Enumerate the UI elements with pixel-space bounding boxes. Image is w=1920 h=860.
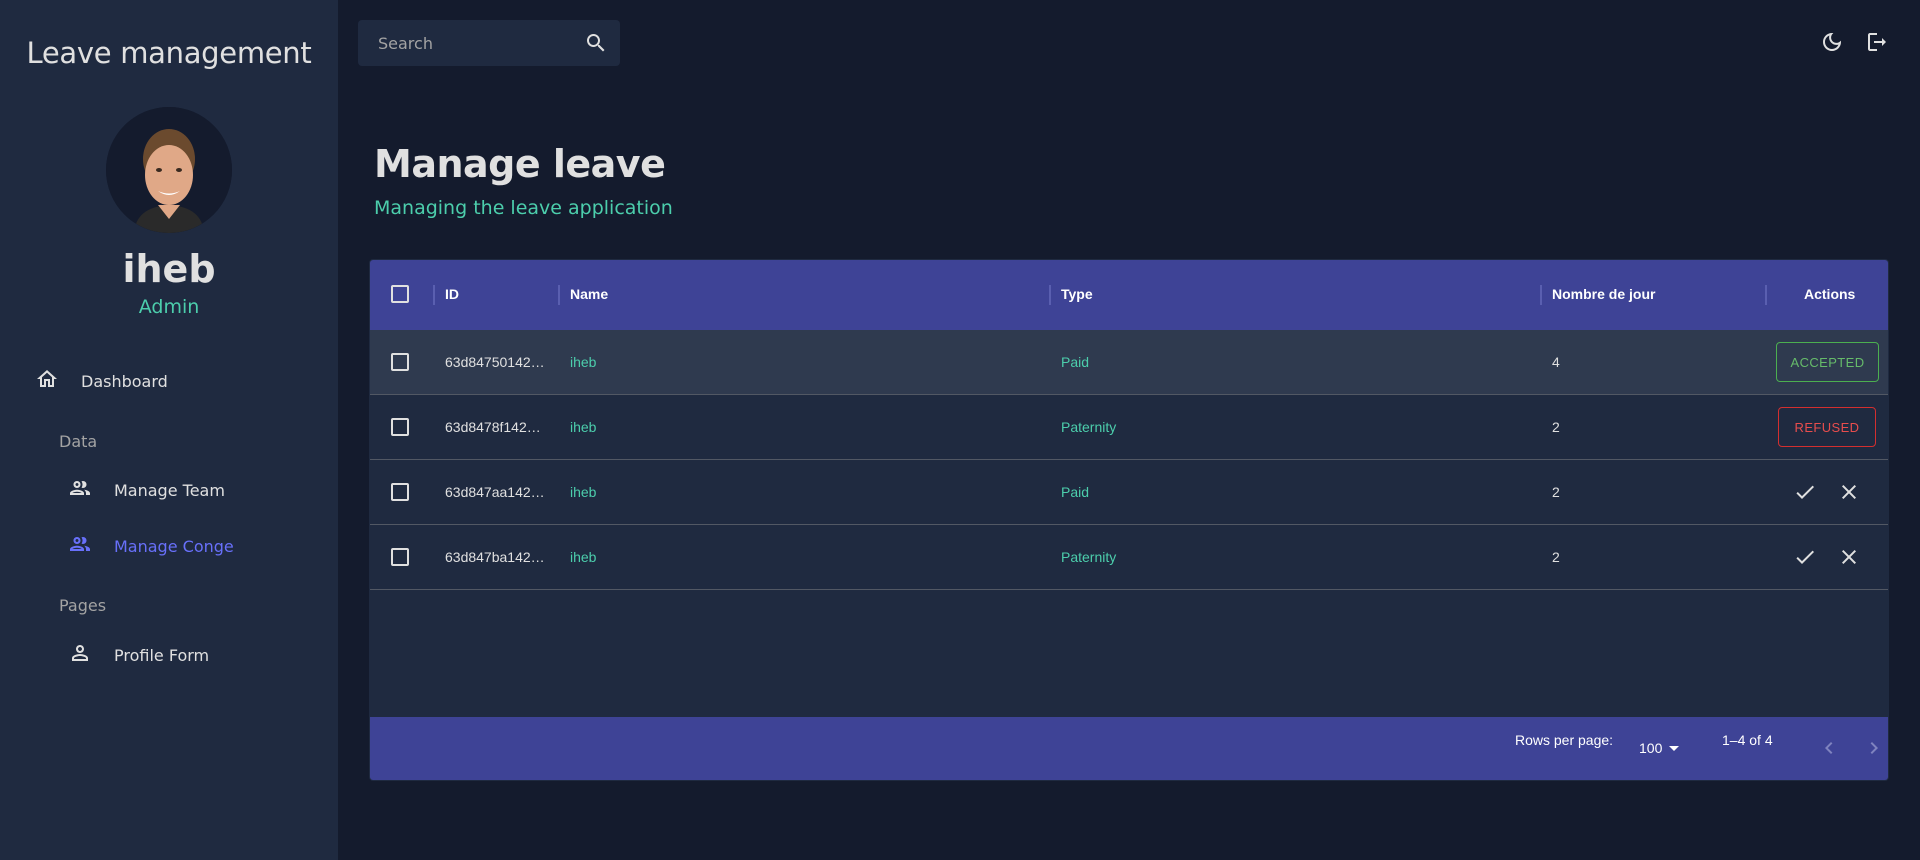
table-row[interactable]: 63d847aa142… iheb Paid 2 bbox=[370, 460, 1888, 525]
cell-name: iheb bbox=[570, 419, 597, 435]
user-name: iheb bbox=[122, 247, 216, 291]
avatar bbox=[106, 107, 232, 233]
user-role: Admin bbox=[138, 296, 200, 318]
pagination-range: 1–4 of 4 bbox=[1722, 732, 1773, 748]
row-checkbox[interactable] bbox=[391, 353, 409, 371]
column-header-type[interactable]: Type bbox=[1061, 286, 1093, 302]
cell-name: iheb bbox=[570, 354, 597, 370]
select-all-checkbox[interactable] bbox=[391, 285, 409, 303]
sidebar-item-dashboard[interactable]: Dashboard bbox=[35, 367, 168, 395]
column-separator bbox=[1049, 285, 1051, 305]
approve-icon[interactable] bbox=[1793, 545, 1817, 569]
reject-icon[interactable] bbox=[1837, 480, 1861, 504]
column-separator bbox=[1765, 285, 1767, 305]
people-icon bbox=[68, 476, 92, 504]
dropdown-arrow-icon bbox=[1669, 746, 1679, 751]
table-row[interactable]: 63d8478f142… iheb Paternity 2 REFUSED bbox=[370, 395, 1888, 460]
sidebar-section-data: Data bbox=[59, 432, 98, 451]
sidebar-item-label: Manage Conge bbox=[114, 536, 234, 556]
column-header-days[interactable]: Nombre de jour bbox=[1552, 286, 1655, 302]
cell-days: 4 bbox=[1552, 354, 1560, 370]
cell-type: Paid bbox=[1061, 484, 1090, 500]
sidebar-item-manage-team[interactable]: Manage Team bbox=[68, 476, 225, 504]
rows-per-page-label: Rows per page: bbox=[1515, 732, 1614, 748]
sidebar-item-profile-form[interactable]: Profile Form bbox=[68, 641, 209, 669]
next-page-icon[interactable] bbox=[1862, 736, 1886, 760]
reject-icon[interactable] bbox=[1837, 545, 1861, 569]
search-icon[interactable] bbox=[584, 31, 608, 55]
table-row[interactable]: 63d84750142… iheb Paid 4 ACCEPTED bbox=[370, 330, 1888, 395]
person-icon bbox=[68, 641, 92, 669]
column-separator bbox=[1540, 285, 1542, 305]
page-title: Manage leave bbox=[374, 142, 666, 186]
cell-type: Paid bbox=[1061, 354, 1090, 370]
sidebar: Leave management iheb Admin Dashboard Da… bbox=[0, 0, 338, 860]
search-input[interactable] bbox=[378, 33, 568, 53]
cell-days: 2 bbox=[1552, 549, 1560, 565]
column-separator bbox=[433, 285, 435, 305]
cell-type: Paternity bbox=[1061, 549, 1117, 565]
cell-id: 63d84750142… bbox=[445, 354, 545, 370]
sidebar-section-pages: Pages bbox=[59, 596, 107, 615]
row-checkbox[interactable] bbox=[391, 548, 409, 566]
row-checkbox[interactable] bbox=[391, 483, 409, 501]
cell-id: 63d847ba142… bbox=[445, 549, 545, 565]
cell-id: 63d847aa142… bbox=[445, 484, 545, 500]
people-icon bbox=[68, 532, 92, 560]
cell-id: 63d8478f142… bbox=[445, 419, 541, 435]
app-title: Leave management bbox=[26, 36, 312, 70]
table-row[interactable]: 63d847ba142… iheb Paternity 2 bbox=[370, 525, 1888, 590]
refused-button[interactable]: REFUSED bbox=[1778, 407, 1876, 447]
logout-icon[interactable] bbox=[1865, 30, 1889, 54]
column-separator bbox=[558, 285, 560, 305]
table-footer: Rows per page: 100 1–4 of 4 bbox=[370, 717, 1888, 780]
search-box bbox=[358, 20, 620, 66]
column-header-id[interactable]: ID bbox=[445, 286, 459, 302]
cell-name: iheb bbox=[570, 484, 597, 500]
column-header-name[interactable]: Name bbox=[570, 286, 608, 302]
previous-page-icon[interactable] bbox=[1817, 736, 1841, 760]
rows-per-page-select[interactable]: 100 bbox=[1630, 733, 1690, 763]
cell-days: 2 bbox=[1552, 419, 1560, 435]
cell-days: 2 bbox=[1552, 484, 1560, 500]
sidebar-item-label: Manage Team bbox=[114, 480, 225, 500]
table-header: ID Name Type Nombre de jour Actions bbox=[370, 260, 1888, 330]
page-subtitle: Managing the leave application bbox=[374, 197, 673, 219]
cell-type: Paternity bbox=[1061, 419, 1117, 435]
cell-name: iheb bbox=[570, 549, 597, 565]
approve-icon[interactable] bbox=[1793, 480, 1817, 504]
rows-per-page-value: 100 bbox=[1639, 740, 1663, 756]
sidebar-item-label: Profile Form bbox=[114, 645, 210, 665]
home-icon bbox=[35, 367, 59, 395]
accepted-button[interactable]: ACCEPTED bbox=[1776, 342, 1879, 382]
leave-table: ID Name Type Nombre de jour Actions 63d8… bbox=[369, 259, 1889, 781]
column-header-actions: Actions bbox=[1804, 286, 1856, 302]
dark-mode-icon[interactable] bbox=[1820, 30, 1844, 54]
row-checkbox[interactable] bbox=[391, 418, 409, 436]
sidebar-item-manage-conge[interactable]: Manage Conge bbox=[68, 532, 234, 560]
sidebar-item-label: Dashboard bbox=[81, 371, 168, 391]
